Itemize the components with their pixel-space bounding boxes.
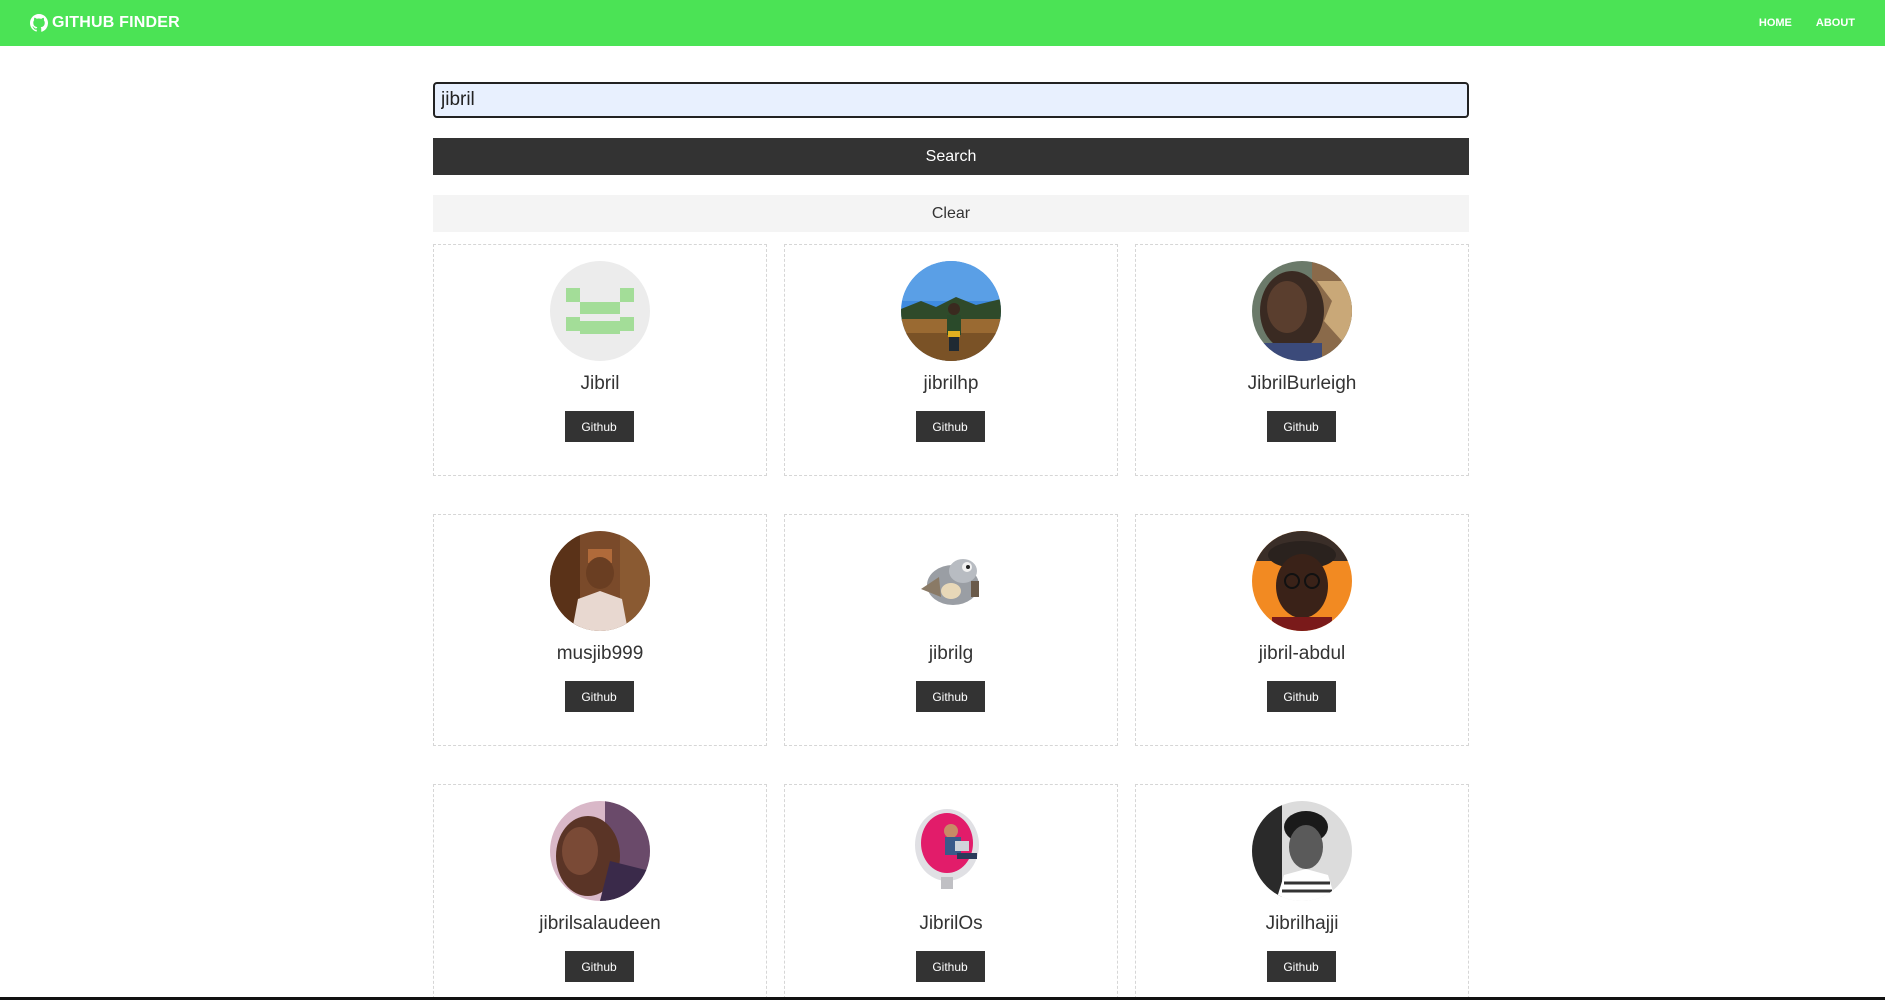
username: jibrilhp (923, 373, 979, 394)
github-profile-button[interactable]: Github (915, 681, 985, 712)
username: jibrilg (928, 643, 974, 664)
nav-home-link[interactable]: HOME (1759, 17, 1792, 29)
github-profile-button[interactable]: Github (1266, 951, 1336, 982)
brand[interactable]: GITHUB FINDER (30, 14, 180, 32)
avatar (901, 801, 1001, 901)
user-card: jibrilsalaudeen Github (433, 784, 767, 1000)
search-button[interactable]: Search (433, 138, 1469, 175)
github-profile-button[interactable]: Github (564, 411, 634, 442)
avatar (1252, 801, 1352, 901)
main-container: Search Clear Jibril Github (433, 82, 1469, 1000)
user-card: jibrilg Github (784, 514, 1118, 746)
username: jibrilsalaudeen (539, 913, 661, 934)
github-profile-button[interactable]: Github (915, 411, 985, 442)
nav-about-link[interactable]: ABOUT (1816, 17, 1855, 29)
username: jibril-abdul (1258, 643, 1346, 664)
user-results-grid: Jibril Github jibrilhp Github JibrilBurl… (433, 244, 1469, 1000)
github-icon (30, 14, 48, 32)
username: Jibril (580, 373, 620, 394)
user-card: jibril-abdul Github (1135, 514, 1469, 746)
avatar (901, 261, 1001, 361)
username: JibrilOs (919, 913, 983, 934)
user-card: Jibril Github (433, 244, 767, 476)
search-input[interactable] (433, 82, 1469, 118)
avatar (550, 531, 650, 631)
user-card: musjib999 Github (433, 514, 767, 746)
user-card: JibrilBurleigh Github (1135, 244, 1469, 476)
username: Jibrilhajji (1265, 913, 1339, 934)
github-profile-button[interactable]: Github (564, 681, 634, 712)
avatar (1252, 531, 1352, 631)
avatar (550, 261, 650, 361)
navbar: GITHUB FINDER HOME ABOUT (0, 0, 1885, 46)
nav-links: HOME ABOUT (1735, 17, 1855, 29)
github-profile-button[interactable]: Github (1266, 681, 1336, 712)
avatar (901, 531, 1001, 631)
user-card: jibrilhp Github (784, 244, 1118, 476)
github-profile-button[interactable]: Github (564, 951, 634, 982)
github-profile-button[interactable]: Github (1266, 411, 1336, 442)
avatar (1252, 261, 1352, 361)
clear-button[interactable]: Clear (433, 195, 1469, 232)
username: musjib999 (556, 643, 644, 664)
github-profile-button[interactable]: Github (915, 951, 985, 982)
brand-title: GITHUB FINDER (52, 14, 180, 31)
username: JibrilBurleigh (1247, 373, 1357, 394)
user-card: JibrilOs Github (784, 784, 1118, 1000)
user-card: Jibrilhajji Github (1135, 784, 1469, 1000)
avatar (550, 801, 650, 901)
